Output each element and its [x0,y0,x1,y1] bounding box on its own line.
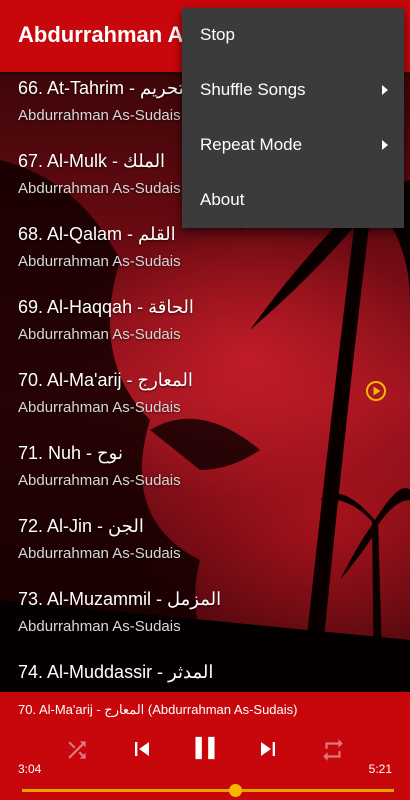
seek-bar[interactable] [22,789,394,792]
song-title: 72. Al-Jin - الجن [18,516,144,536]
song-title: 67. Al-Mulk - الملك [18,151,166,171]
repeat-icon[interactable] [320,737,346,763]
song-title: 73. Al-Muzammil - المزمل [18,589,222,609]
list-item[interactable]: 68. Al-Qalam - القلم Abdurrahman As-Suda… [0,218,410,291]
menu-item-label: Repeat Mode [200,135,303,154]
now-playing-text: 70. Al-Ma'arij - المعارج (Abdurrahman As… [18,702,298,717]
song-artist: Abdurrahman As-Sudais [18,618,181,635]
overflow-menu: Stop Shuffle Songs Repeat Mode About [182,8,404,228]
song-title: 66. At-Tahrim - التحريم [18,78,195,98]
menu-item-stop[interactable]: Stop [182,8,404,63]
pause-icon [195,736,215,760]
skip-previous-icon[interactable] [128,734,156,764]
menu-item-label: Stop [200,25,235,44]
elapsed-time: 3:04 [18,762,42,776]
song-artist: Abdurrahman As-Sudais [18,326,181,343]
menu-item-about[interactable]: About [182,173,404,228]
list-item[interactable]: 74. Al-Muddassir - المدثر [0,656,410,692]
list-item[interactable]: 71. Nuh - نوح Abdurrahman As-Sudais [0,437,410,510]
player-bar: 70. Al-Ma'arij - المعارج (Abdurrahman As… [0,692,410,800]
song-title: 69. Al-Haqqah - الحاقة [18,297,194,317]
song-artist: Abdurrahman As-Sudais [18,472,181,489]
list-item[interactable]: 72. Al-Jin - الجن Abdurrahman As-Sudais [0,510,410,583]
skip-next-icon[interactable] [254,734,282,764]
song-title: 68. Al-Qalam - القلم [18,224,176,244]
menu-item-label: Shuffle Songs [200,80,306,99]
song-title: 70. Al-Ma'arij - المعارج [18,370,193,390]
song-artist: Abdurrahman As-Sudais [18,107,181,124]
menu-item-label: About [200,190,245,209]
menu-item-shuffle-songs[interactable]: Shuffle Songs [182,63,404,118]
song-artist: Abdurrahman As-Sudais [18,545,181,562]
song-title: 71. Nuh - نوح [18,443,123,463]
seek-bar-thumb[interactable] [229,784,243,797]
list-item-now-playing[interactable]: 70. Al-Ma'arij - المعارج Abdurrahman As-… [0,364,410,437]
menu-item-repeat-mode[interactable]: Repeat Mode [182,118,404,173]
submenu-arrow-icon [382,140,388,150]
list-item[interactable]: 69. Al-Haqqah - الحاقة Abdurrahman As-Su… [0,291,410,364]
song-artist: Abdurrahman As-Sudais [18,399,181,416]
song-title: 74. Al-Muddassir - المدثر [18,662,214,682]
pause-button[interactable] [186,728,224,768]
shuffle-icon[interactable] [64,737,90,763]
now-playing-icon [365,380,387,402]
song-artist: Abdurrahman As-Sudais [18,180,181,197]
submenu-arrow-icon [382,85,388,95]
total-duration: 5:21 [368,762,392,776]
list-item[interactable]: 73. Al-Muzammil - المزمل Abdurrahman As-… [0,583,410,656]
song-artist: Abdurrahman As-Sudais [18,253,181,270]
